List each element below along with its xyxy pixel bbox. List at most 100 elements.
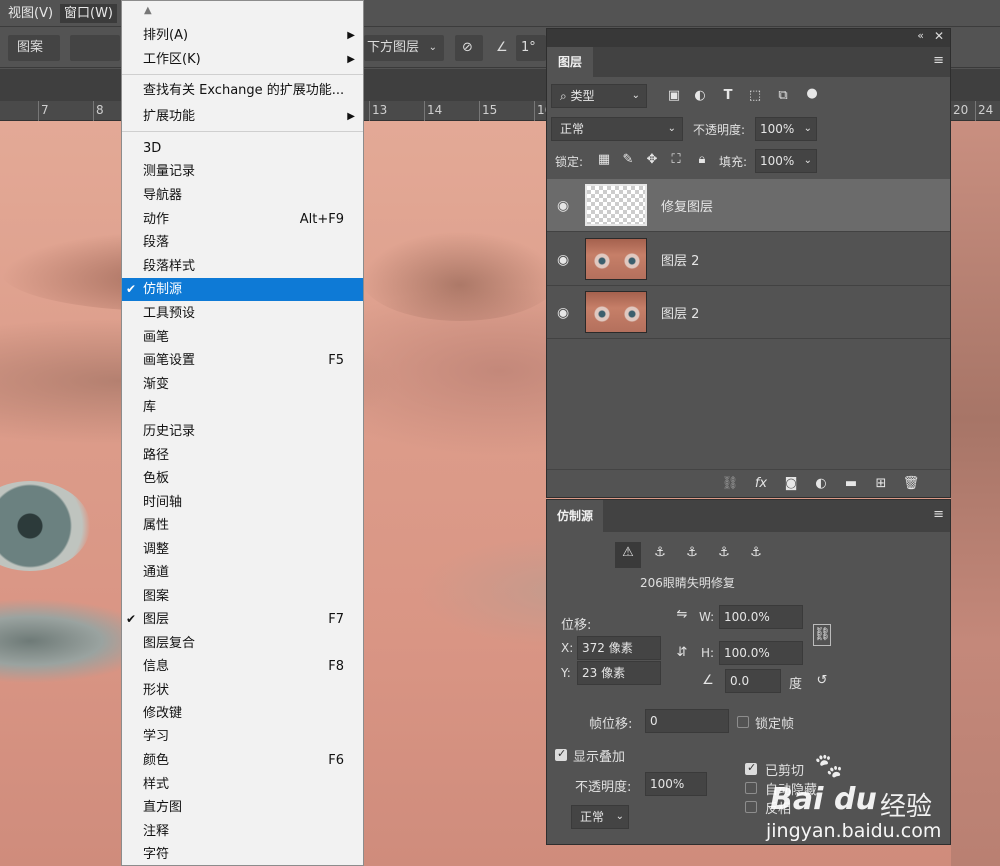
offset-y-input[interactable]: 23 像素 (577, 661, 661, 685)
tab-layers[interactable]: 图层 (547, 47, 593, 77)
tab-clone-source[interactable]: 仿制源 (547, 500, 603, 532)
lock-frame-checkbox[interactable] (737, 716, 749, 728)
menu-item-navigator[interactable]: 导航器 (122, 184, 363, 207)
menu-item-swatches[interactable]: 色板 (122, 467, 363, 490)
menu-item-layers[interactable]: ✔ 图层 F7 (122, 608, 363, 631)
menu-item-styles[interactable]: 样式 (122, 773, 363, 796)
frame-offset-input[interactable]: 0 (645, 709, 729, 733)
menu-item-3d[interactable]: 3D (122, 137, 363, 160)
panel-menu-icon[interactable]: ≡ (933, 53, 944, 68)
menu-item-layer-comps[interactable]: 图层复合 (122, 632, 363, 655)
filter-shape-icon[interactable]: ⬚ (744, 85, 766, 107)
clone-source-1-warning-icon[interactable]: ⚠ (615, 542, 641, 568)
width-scale-input[interactable]: 100.0% (719, 605, 803, 629)
menu-item-clone-source[interactable]: ✔ 仿制源 (122, 278, 363, 301)
clone-source-4-icon[interactable]: ⚓ (713, 542, 735, 564)
menu-item-brush-settings[interactable]: 画笔设置 F5 (122, 349, 363, 372)
menu-item-actions[interactable]: 动作 Alt+F9 (122, 208, 363, 231)
menu-item-channels[interactable]: 通道 (122, 561, 363, 584)
opacity-input[interactable]: 100% ⌄ (755, 117, 817, 141)
menu-item-gradients[interactable]: 渐变 (122, 373, 363, 396)
clone-source-5-icon[interactable]: ⚓ (745, 542, 767, 564)
rotation-input[interactable]: 0.0 (725, 669, 781, 693)
clone-source-2-icon[interactable]: ⚓ (649, 542, 671, 564)
layer-name[interactable]: 图层 2 (661, 250, 699, 269)
flip-vertical-icon[interactable]: ⇵ (671, 642, 693, 664)
pattern-picker[interactable] (70, 35, 120, 61)
clone-source-3-icon[interactable]: ⚓ (681, 542, 703, 564)
menu-item-learn[interactable]: 学习 (122, 725, 363, 748)
filter-toggle-icon[interactable]: ● (801, 83, 823, 105)
blend-mode-dropdown[interactable]: 正常 ⌄ (551, 117, 683, 141)
pattern-button[interactable]: 图案 (8, 35, 60, 61)
filter-smart-object-icon[interactable]: ⧉ (772, 85, 794, 107)
link-layers-icon[interactable]: ⛓ (719, 473, 741, 495)
offset-x-input[interactable]: 372 像素 (577, 636, 661, 660)
menu-item-timeline[interactable]: 时间轴 (122, 491, 363, 514)
link-scale-icon[interactable]: ⛓ (813, 624, 831, 646)
filter-kind-dropdown[interactable]: ⌕ 类型 ⌄ (551, 84, 647, 108)
layer-row[interactable]: ◉ 图层 2 (547, 233, 950, 286)
angle-input[interactable]: 1° (516, 35, 546, 61)
menu-item-paragraph-styles[interactable]: 段落样式 (122, 255, 363, 278)
lock-transparent-icon[interactable]: ▦ (593, 149, 615, 171)
reset-transform-icon[interactable]: ↺ (811, 670, 833, 692)
filter-adjustment-icon[interactable]: ◐ (689, 85, 711, 107)
menu-item-paths[interactable]: 路径 (122, 444, 363, 467)
fill-input[interactable]: 100% ⌄ (755, 149, 817, 173)
menu-view[interactable]: 视图(V) (8, 4, 53, 23)
menu-item-extensions[interactable]: 扩展功能 ▶ (122, 105, 363, 128)
filter-type-icon[interactable]: T (717, 85, 739, 107)
menu-item-history[interactable]: 历史记录 (122, 420, 363, 443)
lock-image-brush-icon[interactable]: ✎ (617, 149, 639, 171)
menu-item-histogram[interactable]: 直方图 (122, 796, 363, 819)
menu-item-notes[interactable]: 注释 (122, 820, 363, 843)
show-overlay-checkbox[interactable] (555, 747, 567, 761)
menu-item-exchange[interactable]: 查找有关 Exchange 的扩展功能... (122, 79, 363, 102)
panel-menu-icon[interactable]: ≡ (933, 507, 944, 522)
menu-item-workspace[interactable]: 工作区(K) ▶ (122, 48, 363, 71)
layer-name[interactable]: 图层 2 (661, 303, 699, 322)
overlay-mode-dropdown[interactable]: 正常 ⌄ (571, 805, 629, 829)
menu-item-properties[interactable]: 属性 (122, 514, 363, 537)
eye-icon[interactable]: ◉ (557, 198, 569, 214)
add-mask-icon[interactable]: ◙ (780, 473, 802, 495)
lock-position-icon[interactable]: ✥ (641, 149, 663, 171)
menu-window[interactable]: 窗口(W) (60, 4, 117, 23)
group-folder-icon[interactable]: ▬ (840, 473, 862, 495)
menu-item-measurement-log[interactable]: 测量记录 (122, 160, 363, 183)
lock-artboard-icon[interactable]: ⛶ (665, 149, 687, 171)
adjustment-layer-icon[interactable]: ◐ (810, 473, 832, 495)
menu-item-shapes[interactable]: 形状 (122, 679, 363, 702)
collapse-icon[interactable]: « (917, 29, 924, 42)
eye-icon[interactable]: ◉ (557, 305, 569, 321)
close-icon[interactable]: ✕ (934, 29, 944, 43)
menu-item-color[interactable]: 颜色 F6 (122, 749, 363, 772)
menu-item-character[interactable]: 字符 (122, 843, 363, 866)
lock-all-icon[interactable]: 🔒︎ (691, 149, 713, 171)
height-scale-input[interactable]: 100.0% (719, 641, 803, 665)
menu-item-libraries[interactable]: 库 (122, 396, 363, 419)
menu-item-adjustments[interactable]: 调整 (122, 538, 363, 561)
trash-icon[interactable]: 🗑︎ (900, 473, 922, 495)
new-layer-icon[interactable]: ⊞ (870, 473, 892, 495)
layer-row[interactable]: ◉ 修复图层 (547, 179, 950, 232)
layer-row[interactable]: ◉ 图层 2 (547, 286, 950, 339)
eye-icon[interactable]: ◉ (557, 252, 569, 268)
overlay-opacity-input[interactable]: 100% (645, 772, 707, 796)
menu-item-patterns[interactable]: 图案 (122, 585, 363, 608)
scroll-up-arrow-icon[interactable]: ▲ (144, 5, 152, 16)
menu-item-info[interactable]: 信息 F8 (122, 655, 363, 678)
ignore-adjustment-layers-icon[interactable]: ⊘ (455, 35, 483, 61)
fx-icon[interactable]: fx (750, 473, 772, 495)
menu-item-paragraph[interactable]: 段落 (122, 231, 363, 254)
menu-item-modifier-keys[interactable]: 修改键 (122, 702, 363, 725)
sample-dropdown[interactable]: 下方图层 ⌄ (364, 35, 444, 61)
menu-item-tool-presets[interactable]: 工具预设 (122, 302, 363, 325)
flip-horizontal-icon[interactable]: ⇋ (671, 604, 693, 626)
menu-item-brushes[interactable]: 画笔 (122, 326, 363, 349)
fill-value: 100% (760, 154, 795, 168)
layer-name[interactable]: 修复图层 (661, 196, 713, 215)
filter-pixel-icon[interactable]: ▣ (663, 85, 685, 107)
menu-item-arrange[interactable]: 排列(A) ▶ (122, 24, 363, 47)
